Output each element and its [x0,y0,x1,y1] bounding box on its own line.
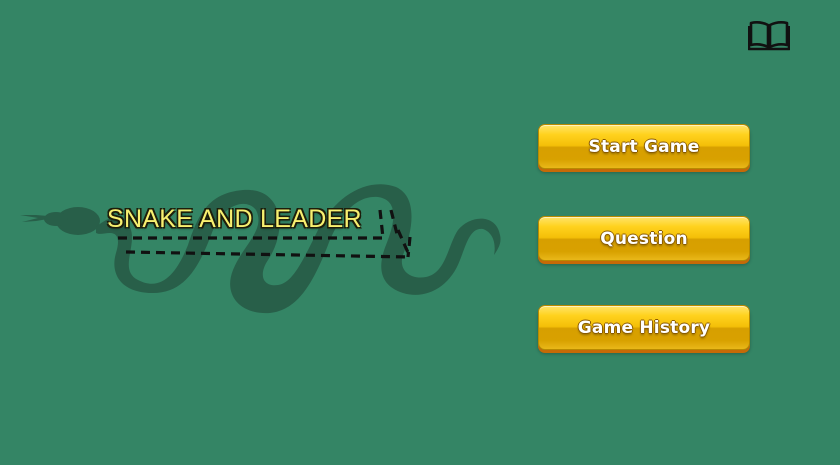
snake-illustration [20,184,501,314]
rules-book-button[interactable] [748,18,790,52]
start-game-label: Start Game [588,136,700,157]
game-logo [18,175,508,320]
question-label: Question [600,228,688,249]
question-button[interactable]: Question [538,216,750,261]
game-title: SNAKE AND LEADER [107,205,362,233]
main-menu-screen: SNAKE AND LEADER Start Game Question Gam… [0,0,840,465]
start-game-button[interactable]: Start Game [538,124,750,169]
game-history-label: Game History [577,317,711,338]
game-history-button[interactable]: Game History [538,305,750,350]
book-icon [748,21,790,51]
